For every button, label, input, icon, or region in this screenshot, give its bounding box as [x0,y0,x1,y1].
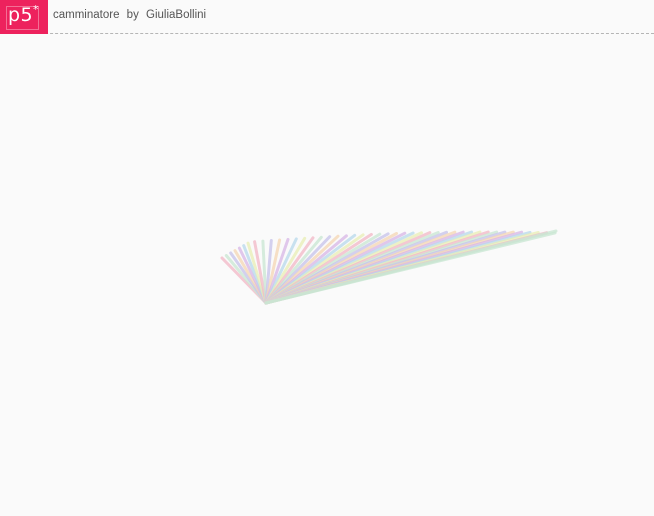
logo-star-icon: * [33,3,39,16]
sketch-title-line: camminatore by GiuliaBollini [53,9,210,21]
sketch-canvas-area[interactable] [0,35,654,516]
by-label: by [126,9,139,21]
fan-lines-group [220,229,558,305]
p5-logo[interactable]: p5 * [0,0,48,34]
sketch-header: p5 * camminatore by GiuliaBollini [0,0,654,34]
logo-text: p5 [8,4,34,26]
sketch-canvas[interactable] [0,35,654,516]
author-link[interactable]: GiuliaBollini [146,9,206,21]
sketch-title[interactable]: camminatore [53,9,119,21]
